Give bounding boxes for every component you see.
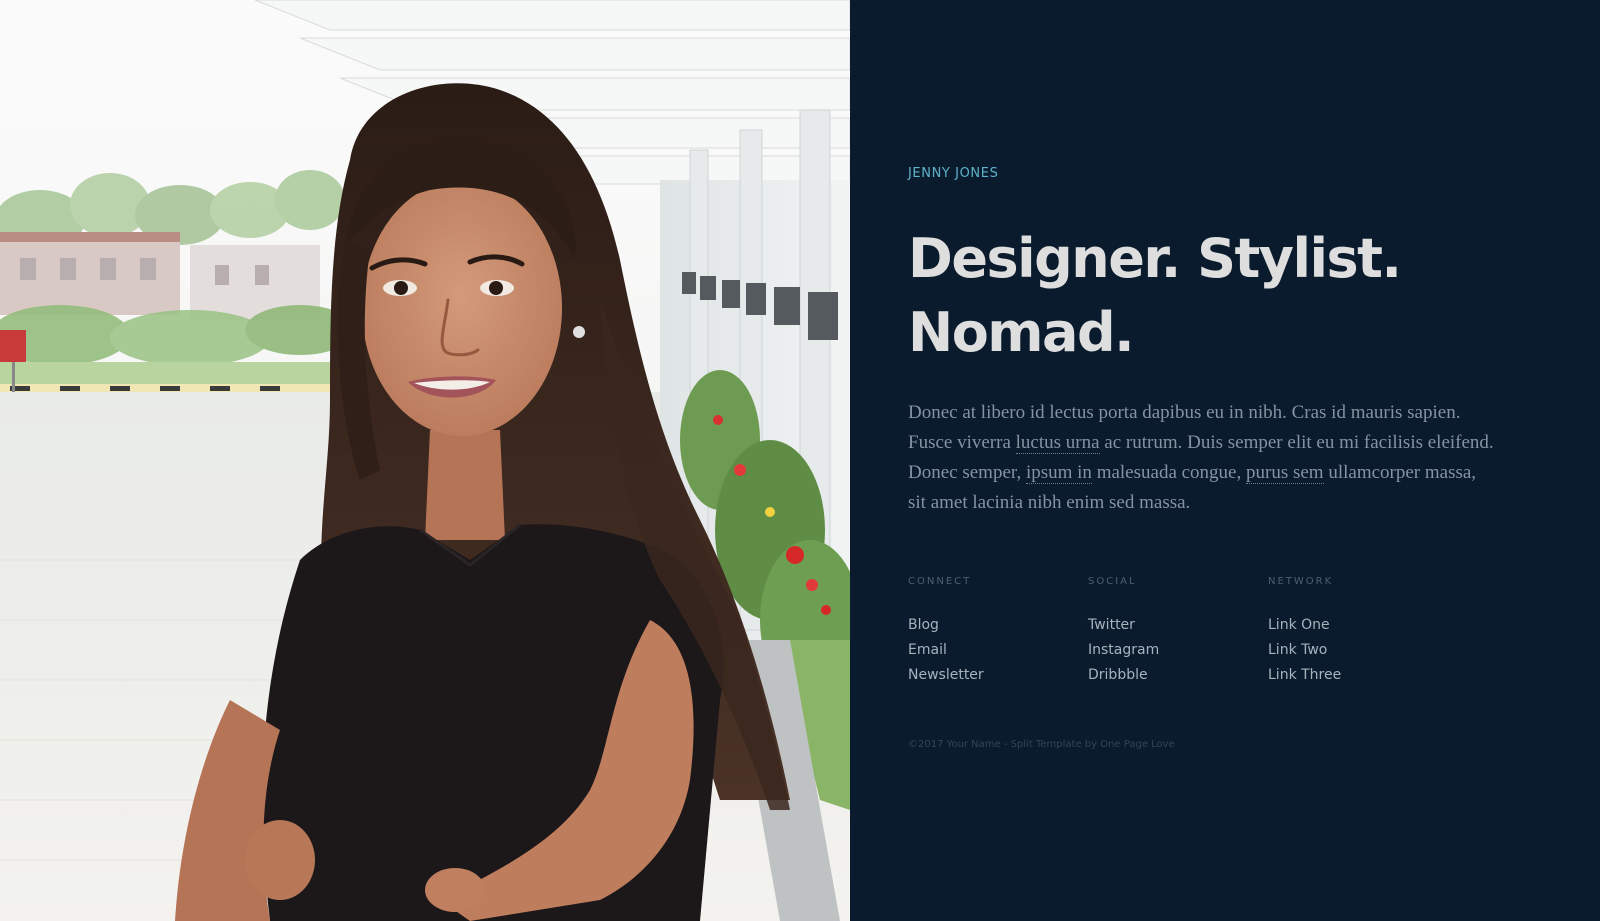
link-instagram[interactable]: Instagram	[1088, 638, 1258, 663]
headline: Designer. Stylist. Nomad.	[908, 222, 1508, 370]
bio-link-purus-sem[interactable]: purus sem	[1246, 462, 1324, 484]
link-newsletter[interactable]: Newsletter	[908, 663, 1078, 688]
bio-link-luctus-urna[interactable]: luctus urna	[1015, 432, 1100, 454]
link-dribbble[interactable]: Dribbble	[1088, 663, 1258, 688]
bio-link-ipsum-in[interactable]: ipsum in	[1025, 462, 1092, 484]
link-twitter[interactable]: Twitter	[1088, 613, 1258, 638]
footer-copyright: ©2017 Your Name - Split Template by One …	[908, 739, 1175, 750]
headline-line-2: Nomad.	[908, 301, 1135, 364]
connect-heading: CONNECT	[908, 576, 972, 587]
profile-name: JENNY JONES	[908, 166, 999, 181]
page: JENNY JONES Designer. Stylist. Nomad. Do…	[0, 0, 1600, 921]
social-column: SOCIAL Twitter Instagram Dribbble	[1088, 576, 1258, 688]
social-heading: SOCIAL	[1088, 576, 1137, 587]
bio-text-3: malesuada congue,	[1091, 462, 1246, 483]
network-heading: NETWORK	[1268, 576, 1334, 587]
link-email[interactable]: Email	[908, 638, 1078, 663]
bio-paragraph: Donec at libero id lectus porta dapibus …	[908, 398, 1498, 518]
headline-line-1: Designer. Stylist.	[908, 227, 1402, 290]
content-panel: JENNY JONES Designer. Stylist. Nomad. Do…	[850, 0, 1600, 921]
link-one[interactable]: Link One	[1268, 613, 1438, 638]
link-three[interactable]: Link Three	[1268, 663, 1438, 688]
portrait-photo	[0, 0, 850, 921]
link-blog[interactable]: Blog	[908, 613, 1078, 638]
connect-column: CONNECT Blog Email Newsletter	[908, 576, 1078, 688]
network-column: NETWORK Link One Link Two Link Three	[1268, 576, 1438, 688]
link-two[interactable]: Link Two	[1268, 638, 1438, 663]
link-columns: CONNECT Blog Email Newsletter SOCIAL Twi…	[908, 576, 1468, 696]
